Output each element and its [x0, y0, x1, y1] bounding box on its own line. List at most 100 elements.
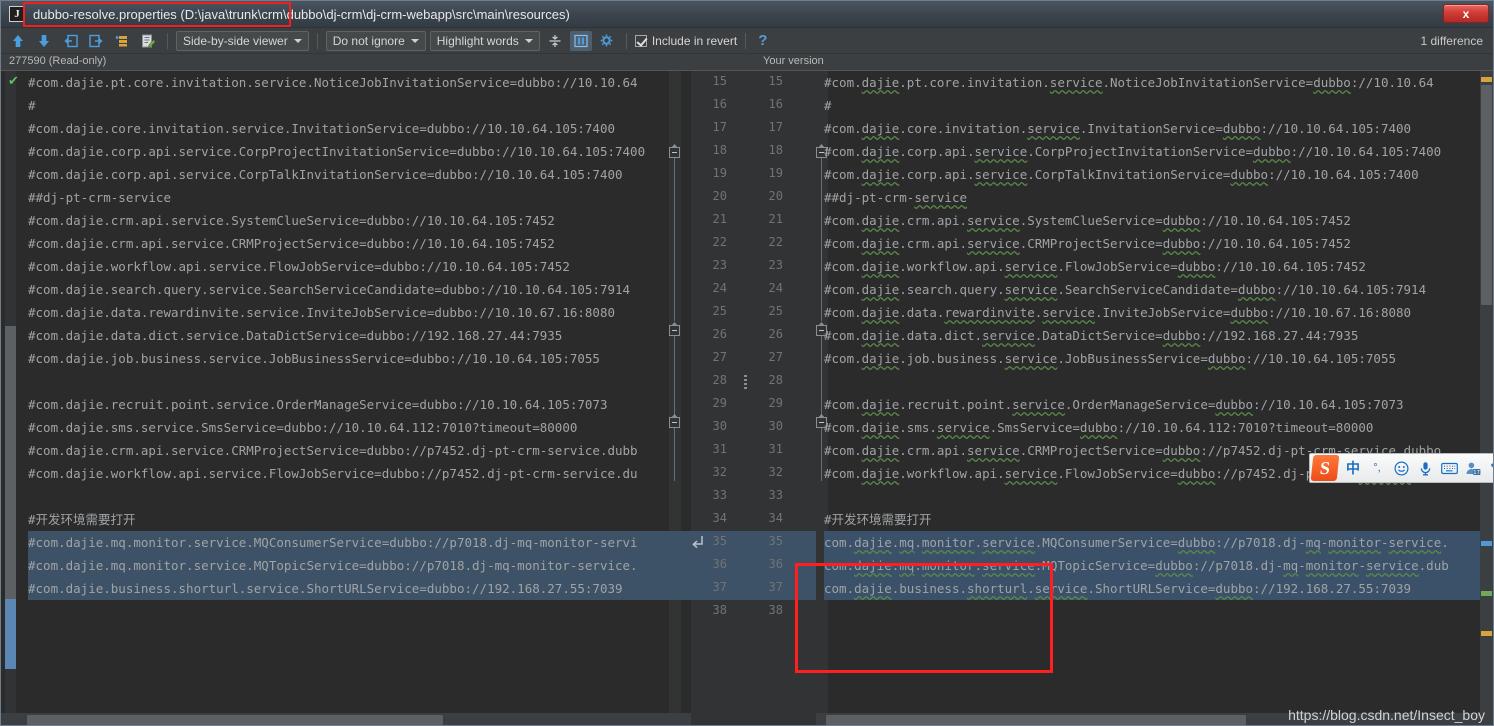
code-line[interactable]: #com.dajie.search.query.service.SearchSe…	[824, 278, 1493, 301]
left-horizontal-scrollbar[interactable]	[1, 713, 691, 725]
previous-difference-icon[interactable]	[7, 31, 29, 51]
code-line[interactable]: #com.dajie.workflow.api.service.FlowJobS…	[824, 255, 1493, 278]
code-line[interactable]: #com.dajie.sms.service.SmsService=dubbo:…	[28, 416, 691, 439]
code-line[interactable]: #com.dajie.core.invitation.service.Invit…	[824, 117, 1493, 140]
code-line[interactable]: #com.dajie.crm.api.service.CRMProjectSer…	[824, 232, 1493, 255]
code-line[interactable]: #	[28, 94, 691, 117]
gear-icon[interactable]	[596, 31, 618, 51]
code-line[interactable]: #com.dajie.workflow.api.service.FlowJobS…	[28, 462, 691, 485]
right-line-number: 30	[768, 419, 783, 433]
left-line-number: 38	[712, 603, 727, 617]
gutter-row: 31 31	[691, 439, 816, 462]
ignore-policy-select[interactable]: Do not ignore	[325, 30, 426, 51]
code-line[interactable]	[28, 600, 691, 623]
right-hscroll-thumb[interactable]	[826, 715, 1246, 725]
code-line[interactable]: #com.dajie.sms.service.SmsService=dubbo:…	[824, 416, 1493, 439]
code-line[interactable]: #com.dajie.crm.api.service.SystemClueSer…	[824, 209, 1493, 232]
code-line[interactable]	[28, 370, 691, 393]
next-difference-icon[interactable]	[33, 31, 55, 51]
code-line[interactable]: #com.dajie.crm.api.service.CRMProjectSer…	[28, 232, 691, 255]
code-line[interactable]: #com.dajie.data.dict.service.DataDictSer…	[824, 324, 1493, 347]
left-hscroll-thumb[interactable]	[27, 715, 443, 725]
code-line[interactable]: ##dj-pt-crm-service	[824, 186, 1493, 209]
left-code-text[interactable]: #com.dajie.pt.core.invitation.service.No…	[1, 71, 691, 725]
code-line[interactable]: #com.dajie.recruit.point.service.OrderMa…	[28, 393, 691, 416]
apply-change-icon[interactable]	[691, 535, 705, 549]
code-line[interactable]: ##dj-pt-crm-service	[28, 186, 691, 209]
edit-source-icon[interactable]	[137, 31, 159, 51]
collapse-unchanged-icon[interactable]	[544, 31, 566, 51]
skin-icon[interactable]	[1488, 457, 1493, 479]
code-line[interactable]: #com.dajie.job.business.service.JobBusin…	[824, 347, 1493, 370]
sogou-ime-toolbar[interactable]: S 中 °, 17	[1309, 453, 1493, 483]
code-line[interactable]: #开发环境需要打开	[28, 508, 691, 531]
left-line-number: 32	[712, 465, 727, 479]
apply-right-icon[interactable]	[85, 31, 107, 51]
code-line[interactable]: #com.dajie.pt.core.invitation.service.No…	[824, 71, 1493, 94]
sogou-logo-icon[interactable]: S	[1310, 455, 1340, 481]
highlight-mode-select[interactable]: Highlight words	[429, 30, 540, 51]
code-line[interactable]: #com.dajie.corp.api.service.CorpProjectI…	[28, 140, 691, 163]
code-line[interactable]: com.dajie.mq.monitor.service.MQConsumerS…	[824, 531, 1493, 554]
right-editor-pane[interactable]: #com.dajie.pt.core.invitation.service.No…	[816, 71, 1493, 725]
close-button[interactable]: x	[1443, 4, 1489, 23]
warning-marker[interactable]	[1481, 77, 1492, 82]
code-line[interactable]: #com.dajie.crm.api.service.SystemClueSer…	[28, 209, 691, 232]
left-editor-pane[interactable]: ✔ #com.dajie.pt.core.invitation.service.…	[1, 71, 691, 725]
diff-gutter[interactable]: 15 15 16 16 17 17 18 18 19 19 20 20 21 21 22 22 23 23 24 24…	[691, 71, 816, 725]
code-line[interactable]: com.dajie.business.shorturl.service.Shor…	[824, 577, 1493, 600]
synchronize-scrolling-icon[interactable]	[569, 30, 592, 51]
code-line[interactable]: #com.dajie.mq.monitor.service.MQConsumer…	[28, 531, 691, 554]
code-line[interactable]: #开发环境需要打开	[824, 508, 1493, 531]
include-in-revert-checkbox[interactable]: Include in revert	[634, 34, 737, 48]
viewer-mode-select[interactable]: Side-by-side viewer	[176, 30, 309, 51]
code-line[interactable]: #com.dajie.data.rewardinvite.service.Inv…	[28, 301, 691, 324]
code-line[interactable]: #com.dajie.pt.core.invitation.service.No…	[28, 71, 691, 94]
user-center-icon[interactable]: 17	[1464, 457, 1482, 479]
code-line[interactable]: #com.dajie.corp.api.service.CorpTalkInvi…	[28, 163, 691, 186]
code-line[interactable]: #com.dajie.data.dict.service.DataDictSer…	[28, 324, 691, 347]
gutter-row: 24 24	[691, 278, 816, 301]
right-vscroll-thumb[interactable]	[1481, 85, 1492, 305]
code-line[interactable]: #com.dajie.data.rewardinvite.service.Inv…	[824, 301, 1493, 324]
code-line[interactable]: #com.dajie.crm.api.service.CRMProjectSer…	[28, 439, 691, 462]
soft-keyboard-icon[interactable]	[1440, 457, 1458, 479]
left-line-number: 19	[712, 166, 727, 180]
emoji-icon[interactable]	[1392, 457, 1410, 479]
code-line[interactable]: #	[824, 94, 1493, 117]
punctuation-mode-icon[interactable]: °,	[1368, 457, 1386, 479]
left-line-number: 30	[712, 419, 727, 433]
left-line-number: 35	[712, 534, 727, 548]
code-line[interactable]: #com.dajie.business.shorturl.service.Sho…	[28, 577, 691, 600]
change-marker[interactable]	[1481, 591, 1492, 596]
code-line[interactable]	[824, 370, 1493, 393]
code-line[interactable]: #com.dajie.workflow.api.service.FlowJobS…	[28, 255, 691, 278]
code-line[interactable]: #com.dajie.mq.monitor.service.MQTopicSer…	[28, 554, 691, 577]
gutter-row: 28 28	[691, 370, 816, 393]
code-line[interactable]: #com.dajie.recruit.point.service.OrderMa…	[824, 393, 1493, 416]
code-line[interactable]: #com.dajie.corp.api.service.CorpTalkInvi…	[824, 163, 1493, 186]
code-line[interactable]: #com.dajie.corp.api.service.CorpProjectI…	[824, 140, 1493, 163]
code-line[interactable]: #com.dajie.core.invitation.service.Invit…	[28, 117, 691, 140]
code-line[interactable]	[28, 485, 691, 508]
code-line[interactable]: com.dajie.mq.monitor.service.MQTopicServ…	[824, 554, 1493, 577]
chinese-mode-icon[interactable]: 中	[1344, 457, 1362, 479]
revert-icon[interactable]	[111, 31, 133, 51]
code-line[interactable]: #com.dajie.search.query.service.SearchSe…	[28, 278, 691, 301]
right-code-text[interactable]: #com.dajie.pt.core.invitation.service.No…	[816, 71, 1493, 725]
unchanged-gap-indicator	[744, 375, 747, 389]
code-line[interactable]	[824, 485, 1493, 508]
right-vertical-scrollbar[interactable]	[1480, 71, 1493, 713]
warning-marker[interactable]	[1481, 631, 1492, 636]
code-line[interactable]	[824, 600, 1493, 623]
watermark-text: https://blog.csdn.net/Insect_boy	[1288, 707, 1485, 723]
diff-window: J dubbo-resolve.properties (D:\java\trun…	[0, 0, 1494, 726]
toolbar-separator-2	[316, 32, 318, 49]
voice-input-icon[interactable]	[1416, 457, 1434, 479]
diff-marker[interactable]	[1481, 541, 1492, 546]
gutter-row: 18 18	[691, 140, 816, 163]
apply-left-icon[interactable]	[59, 31, 81, 51]
pane-headers: 277590 (Read-only) Your version	[1, 54, 1493, 70]
help-icon[interactable]: ?	[754, 32, 771, 49]
code-line[interactable]: #com.dajie.job.business.service.JobBusin…	[28, 347, 691, 370]
